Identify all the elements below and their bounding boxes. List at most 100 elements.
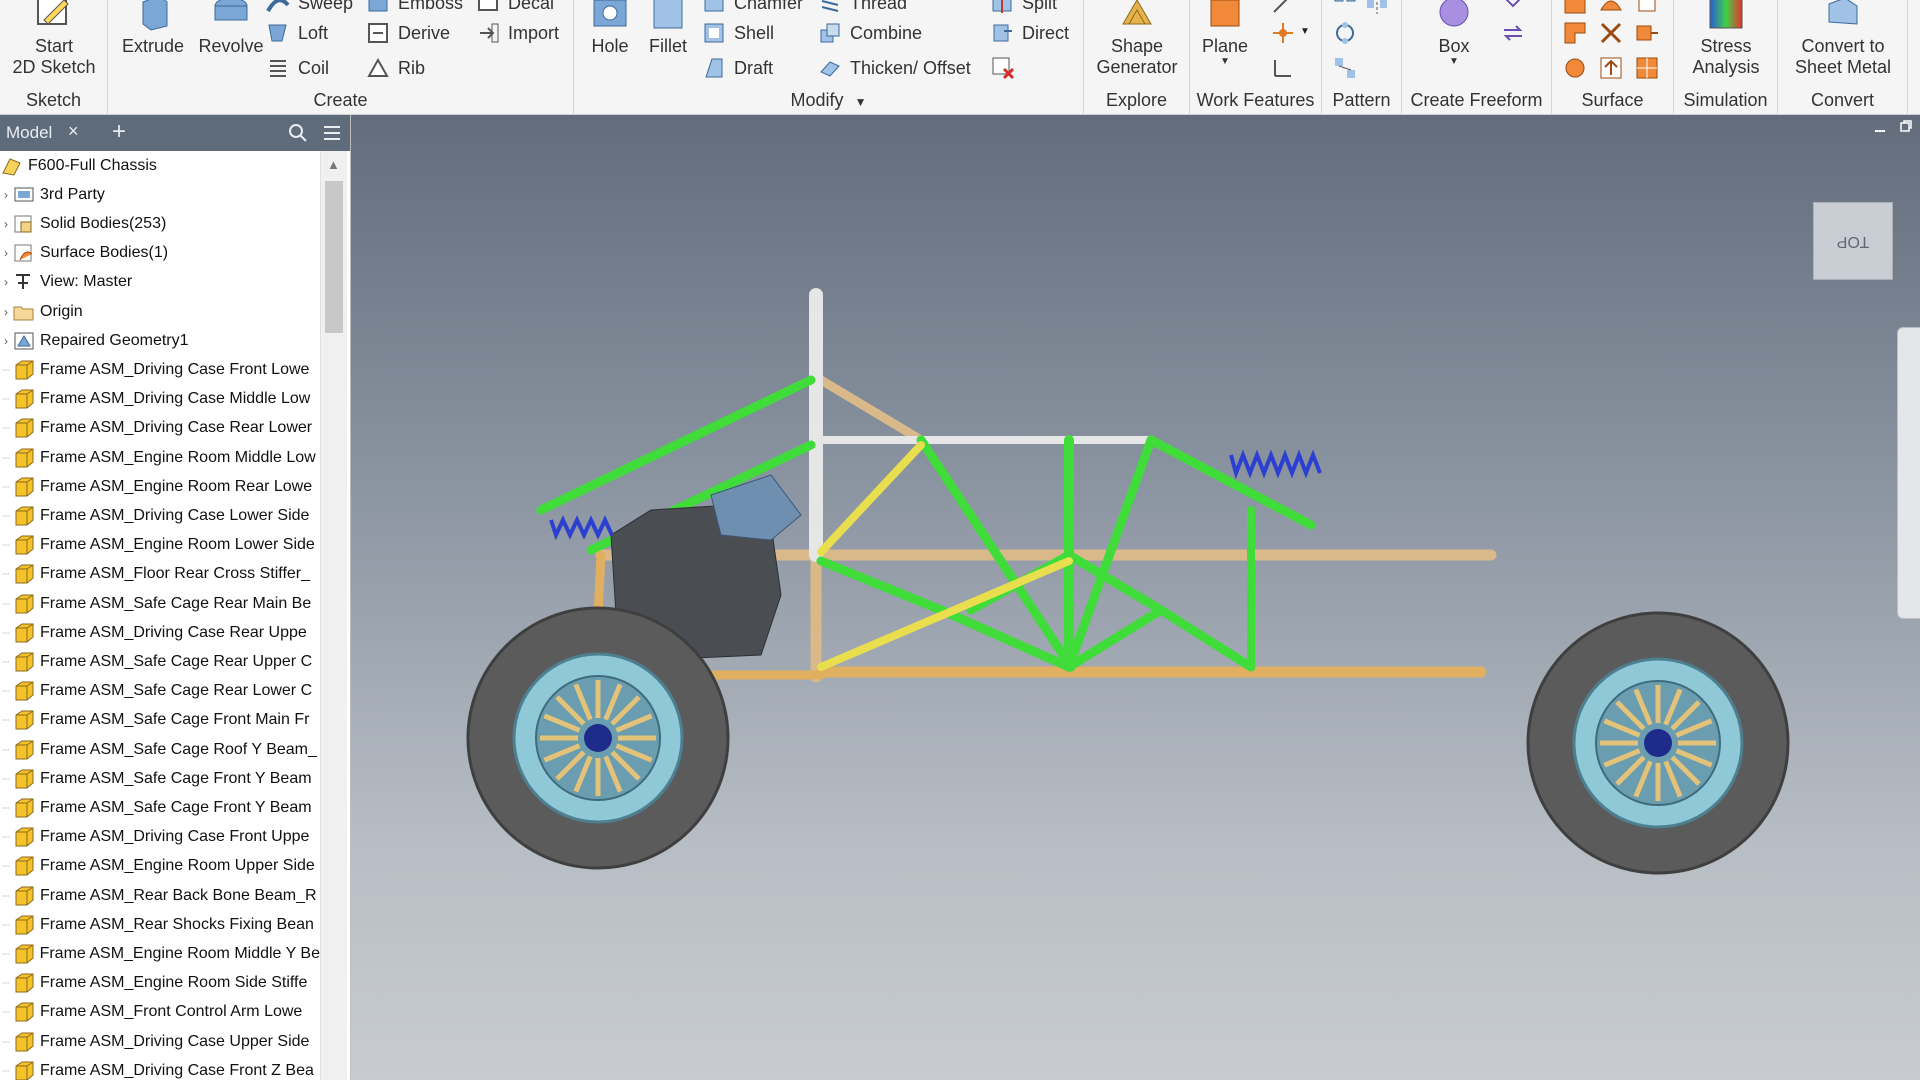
sketch-driven-pattern-icon[interactable] bbox=[1332, 55, 1358, 81]
convert-freeform-icon[interactable] bbox=[1500, 20, 1526, 46]
convert-sheet-metal-button[interactable]: Convert to Sheet Metal bbox=[1782, 0, 1904, 78]
surface-patch-icon[interactable] bbox=[1598, 0, 1624, 16]
axis-icon[interactable] bbox=[1270, 0, 1296, 16]
derive-button[interactable]: Derive bbox=[366, 20, 450, 46]
tree-frame-item[interactable]: ┈ Frame ASM_Engine Room Side Stiffe bbox=[0, 969, 320, 998]
decal-button[interactable]: Decal bbox=[476, 0, 554, 16]
freeform-edit-icon[interactable] bbox=[1500, 0, 1526, 16]
tree-scrollbar[interactable]: ▲ bbox=[320, 151, 347, 1080]
navigation-bar[interactable] bbox=[1897, 327, 1920, 619]
rectangular-pattern-icon[interactable] bbox=[1332, 0, 1358, 16]
chassis-model[interactable] bbox=[351, 115, 1920, 1080]
surface-boundary-icon[interactable] bbox=[1562, 20, 1588, 46]
circular-pattern-icon[interactable] bbox=[1332, 20, 1358, 46]
draft-button[interactable]: Draft bbox=[702, 55, 773, 81]
surface-extend-icon[interactable] bbox=[1634, 20, 1660, 46]
surface-replace-face-icon[interactable] bbox=[1562, 55, 1588, 81]
scrollbar-thumb[interactable] bbox=[325, 181, 343, 333]
tree-frame-item[interactable]: ┈ Frame ASM_Driving Case Upper Side bbox=[0, 1027, 320, 1056]
rib-button[interactable]: Rib bbox=[366, 55, 425, 81]
surface-sculpt-icon[interactable] bbox=[1634, 0, 1660, 16]
sweep-button[interactable]: Sweep bbox=[266, 0, 353, 16]
tree-frame-item[interactable]: ┈ Frame ASM_Safe Cage Front Main Fr bbox=[0, 706, 320, 735]
expand-arrow-icon[interactable]: › bbox=[0, 217, 12, 231]
plane-button[interactable]: Plane ▼ bbox=[1194, 0, 1256, 67]
direct-button[interactable]: Direct bbox=[990, 20, 1069, 46]
minimize-view-icon[interactable] bbox=[1873, 119, 1887, 133]
tree-frame-item[interactable]: ┈ Frame ASM_Driving Case Front Uppe bbox=[0, 823, 320, 852]
import-button[interactable]: Import bbox=[476, 20, 559, 46]
tree-folder[interactable]: › Repaired Geometry1 bbox=[0, 326, 320, 355]
surface-stitch-icon[interactable] bbox=[1562, 0, 1588, 16]
expand-arrow-icon[interactable]: › bbox=[0, 188, 12, 202]
tree-folder[interactable]: › Surface Bodies(1) bbox=[0, 239, 320, 268]
tree-frame-item[interactable]: ┈ Frame ASM_Engine Room Upper Side bbox=[0, 852, 320, 881]
tree-frame-item[interactable]: ┈ Frame ASM_Driving Case Rear Lower bbox=[0, 414, 320, 443]
box-freeform-button[interactable]: Box ▼ bbox=[1426, 0, 1482, 67]
tree-frame-item[interactable]: ┈ Frame ASM_Driving Case Front Z Bea bbox=[0, 1056, 320, 1080]
stress-analysis-button[interactable]: Stress Analysis bbox=[1678, 0, 1774, 78]
expand-arrow-icon[interactable]: › bbox=[0, 334, 12, 348]
ucs-icon[interactable] bbox=[1270, 55, 1296, 81]
modify-group-label[interactable]: Modify ▼ bbox=[574, 90, 1083, 111]
expand-arrow-icon[interactable]: › bbox=[0, 305, 12, 319]
shape-generator-button[interactable]: Shape Generator bbox=[1088, 0, 1186, 78]
tree-frame-item[interactable]: ┈ Frame ASM_Safe Cage Rear Upper C bbox=[0, 647, 320, 676]
tree-frame-item[interactable]: ┈ Frame ASM_Front Control Arm Lowe bbox=[0, 998, 320, 1027]
mirror-icon[interactable] bbox=[1364, 0, 1390, 16]
tree-frame-item[interactable]: ┈ Frame ASM_Engine Room Rear Lowe bbox=[0, 472, 320, 501]
viewcube[interactable]: TOP bbox=[1813, 202, 1893, 280]
scroll-up-icon[interactable]: ▲ bbox=[327, 157, 340, 172]
tab-model[interactable]: Model bbox=[6, 123, 52, 143]
tree-frame-item[interactable]: ┈ Frame ASM_Rear Shocks Fixing Bean bbox=[0, 910, 320, 939]
start-2d-sketch-button[interactable]: Start 2D Sketch bbox=[4, 0, 104, 78]
split-button[interactable]: Split bbox=[990, 0, 1057, 16]
work-point-dropdown-icon[interactable]: ▼ bbox=[1300, 26, 1310, 37]
tree-frame-item[interactable]: ┈ Frame ASM_Driving Case Middle Low bbox=[0, 385, 320, 414]
tree-frame-item[interactable]: ┈ Frame ASM_Safe Cage Rear Main Be bbox=[0, 589, 320, 618]
tree-frame-item[interactable]: ┈ Frame ASM_Rear Back Bone Beam_R bbox=[0, 881, 320, 910]
expand-arrow-icon[interactable]: › bbox=[0, 246, 12, 260]
surface-trim-icon[interactable] bbox=[1598, 20, 1624, 46]
loft-button[interactable]: Loft bbox=[266, 20, 328, 46]
tree-frame-item[interactable]: ┈ Frame ASM_Safe Cage Rear Lower C bbox=[0, 677, 320, 706]
tree-folder[interactable]: › 3rd Party bbox=[0, 180, 320, 209]
chamfer-button[interactable]: Chamfer bbox=[702, 0, 803, 16]
expand-arrow-icon[interactable]: › bbox=[0, 275, 12, 289]
hamburger-menu-icon[interactable] bbox=[322, 124, 342, 142]
thread-button[interactable]: Thread bbox=[818, 0, 907, 16]
revolve-button[interactable]: Revolve bbox=[190, 0, 272, 57]
tree-frame-item[interactable]: ┈ Frame ASM_Engine Room Lower Side bbox=[0, 531, 320, 560]
tree-frame-item[interactable]: ┈ Frame ASM_Engine Room Middle Y Be bbox=[0, 939, 320, 968]
search-icon[interactable] bbox=[288, 123, 308, 143]
plane-dropdown-icon[interactable]: ▼ bbox=[1220, 57, 1230, 67]
add-tab-icon[interactable]: + bbox=[112, 118, 126, 146]
fillet-button[interactable]: Fillet bbox=[638, 0, 698, 57]
surface-fit-mesh-icon[interactable] bbox=[1634, 55, 1660, 81]
shell-button[interactable]: Shell bbox=[702, 20, 774, 46]
tree-folder[interactable]: › Solid Bodies(253) bbox=[0, 209, 320, 238]
tree-frame-item[interactable]: ┈ Frame ASM_Safe Cage Front Y Beam bbox=[0, 764, 320, 793]
tree-frame-item[interactable]: ┈ Frame ASM_Engine Room Middle Low bbox=[0, 443, 320, 472]
combine-button[interactable]: Combine bbox=[818, 20, 922, 46]
delete-face-icon[interactable] bbox=[990, 55, 1016, 81]
tree-frame-item[interactable]: ┈ Frame ASM_Driving Case Front Lowe bbox=[0, 355, 320, 384]
tree-root[interactable]: F600-Full Chassis bbox=[0, 151, 320, 180]
tree-frame-item[interactable]: ┈ Frame ASM_Safe Cage Roof Y Beam_ bbox=[0, 735, 320, 764]
tree-folder[interactable]: › Origin bbox=[0, 297, 320, 326]
thicken-offset-button[interactable]: Thicken/ Offset bbox=[818, 55, 971, 81]
tab-close-icon[interactable]: × bbox=[68, 121, 79, 142]
surface-repair-icon[interactable] bbox=[1598, 55, 1624, 81]
tree-folder[interactable]: › View: Master bbox=[0, 268, 320, 297]
modify-dropdown-icon[interactable]: ▼ bbox=[855, 95, 867, 109]
hole-button[interactable]: Hole bbox=[580, 0, 640, 57]
graphics-viewport[interactable]: TOP bbox=[351, 115, 1920, 1080]
tree-frame-item[interactable]: ┈ Frame ASM_Safe Cage Front Y Beam bbox=[0, 793, 320, 822]
tree-frame-item[interactable]: ┈ Frame ASM_Driving Case Rear Uppe bbox=[0, 618, 320, 647]
extrude-button[interactable]: Extrude bbox=[118, 0, 188, 57]
restore-view-icon[interactable] bbox=[1899, 119, 1913, 133]
emboss-button[interactable]: Emboss bbox=[366, 0, 463, 16]
coil-button[interactable]: Coil bbox=[266, 55, 329, 81]
tree-frame-item[interactable]: ┈ Frame ASM_Floor Rear Cross Stiffer_ bbox=[0, 560, 320, 589]
tree-frame-item[interactable]: ┈ Frame ASM_Driving Case Lower Side bbox=[0, 501, 320, 530]
